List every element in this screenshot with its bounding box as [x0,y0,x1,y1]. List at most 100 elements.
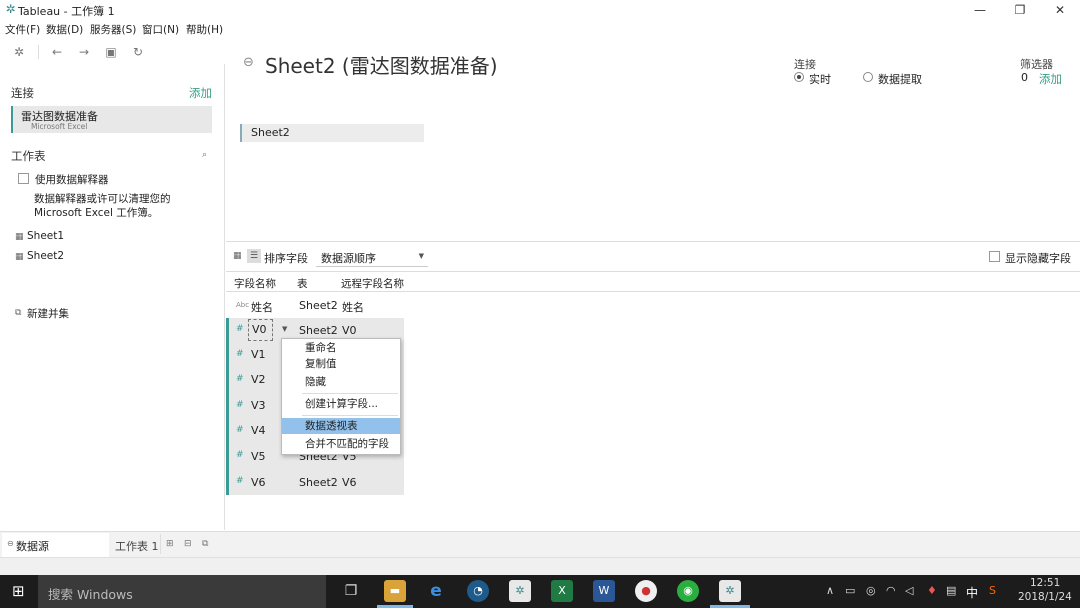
interpreter-checkbox[interactable] [18,173,29,184]
new-dashboard-icon[interactable]: ⊟ [184,539,192,549]
grid-view-icon[interactable]: ▦ [233,251,242,261]
minimize-button[interactable]: — [960,0,1000,20]
number-type-icon: # [236,476,244,486]
tray-notification-icon[interactable]: ▤ [946,584,956,597]
new-story-icon[interactable]: ⧉ [202,539,208,549]
sort-order-select[interactable]: 数据源顺序 ▼ [316,247,428,267]
ime-indicator[interactable]: 中 [966,584,978,601]
file-explorer-icon[interactable]: ▬ [384,580,406,602]
list-view-icon[interactable]: ☰ [247,249,261,263]
datasource-icon: ⊖ [7,539,14,548]
menu-data[interactable]: 数据(D) [46,22,83,37]
new-worksheet-icon[interactable]: ⊞ [166,539,174,549]
sort-fields-label: 排序字段 [264,252,308,265]
connection-item[interactable]: 雷达图数据准备 Microsoft Excel [11,106,212,133]
status-bar [0,557,1080,575]
taskbar-search-box[interactable]: 搜索 Windows [38,575,326,608]
field-context-menu: 重命名 复制值 隐藏 创建计算字段... 数据透视表 合并不匹配的字段 [281,338,401,455]
column-header-remote[interactable]: 远程字段名称 [341,276,404,291]
sheet-item-sheet2[interactable]: Sheet2 [27,250,64,262]
tableau-home-icon[interactable]: ✲ [11,44,27,60]
sheet-chip[interactable]: Sheet2 [240,124,424,142]
clock-date[interactable]: 2018/1/24 [1018,591,1072,603]
add-filter-link[interactable]: 添加 [1039,71,1062,87]
clock-time[interactable]: 12:51 [1030,577,1060,589]
ie-browser-icon[interactable]: e [425,580,447,602]
tray-input-icon[interactable]: S [989,584,996,597]
extract-radio[interactable] [863,72,873,82]
number-type-icon: # [236,374,244,384]
search-icon[interactable]: ⌕ [202,150,207,160]
menu-item-pivot[interactable]: 数据透视表 [282,418,400,434]
app-icon[interactable]: ● [635,580,657,602]
header-divider [226,291,1080,292]
windows-start-icon[interactable]: ⊞ [12,583,25,599]
menu-separator [302,415,398,416]
new-union-item[interactable]: 新建并集 [27,306,69,321]
show-hidden-checkbox[interactable] [989,251,1000,262]
table-row[interactable]: Abc 姓名 Sheet2 姓名 [226,294,404,317]
menu-bar: 文件(F) 数据(D) 服务器(S) 窗口(N) 帮助(H) [0,20,1080,38]
tab-datasource[interactable]: ⊖ 数据源 [2,533,109,557]
task-view-icon[interactable]: ❐ [340,580,362,602]
tableau-app-icon[interactable]: ✲ [509,580,531,602]
tray-chevron-up-icon[interactable]: ∧ [826,584,834,597]
remote-field-name: 姓名 [342,301,364,314]
tableau-logo-icon: ✲ [5,2,16,16]
save-icon[interactable]: ▣ [103,44,119,60]
number-type-icon: # [236,425,244,435]
browser-icon[interactable]: ◔ [467,580,489,602]
sheets-heading: 工作表 [11,149,46,163]
menu-help[interactable]: 帮助(H) [186,22,223,37]
menu-item-hide[interactable]: 隐藏 [282,374,400,390]
menu-server[interactable]: 服务器(S) [90,22,136,37]
field-name[interactable]: V0 [248,319,273,341]
sheet-chip-label: Sheet2 [251,126,290,139]
live-label: 实时 [809,73,831,86]
menu-item-copy-values[interactable]: 复制值 [282,356,400,372]
search-placeholder: 搜索 Windows [48,587,133,602]
tab-sheet1[interactable]: 工作表 1 [115,538,159,554]
page-title[interactable]: Sheet2 (雷达图数据准备) [265,50,498,79]
menu-item-rename[interactable]: 重命名 [282,340,400,356]
tab-divider [160,534,161,554]
connection-type: Microsoft Excel [31,122,88,131]
table-name: Sheet2 [299,324,338,337]
string-type-icon: Abc [236,301,250,309]
refresh-icon[interactable]: ↻ [130,44,146,60]
menu-item-merge-mismatched-fields[interactable]: 合并不匹配的字段 [282,436,400,452]
wechat-icon[interactable]: ◉ [677,580,699,602]
tray-app-icon[interactable]: ◎ [866,584,876,597]
sort-order-value: 数据源顺序 [321,252,376,265]
remote-field-name: V6 [342,476,357,489]
back-arrow-icon[interactable]: ← [49,44,65,60]
tableau-app-icon[interactable]: ✲ [719,580,741,602]
table-row[interactable]: # V6 Sheet2 V6 [226,470,404,495]
tray-volume-icon[interactable]: ◁ [905,584,913,597]
column-header-table[interactable]: 表 [297,276,308,291]
forward-arrow-icon[interactable]: → [76,44,92,60]
field-menu-chevron-icon[interactable]: ▼ [282,325,287,333]
close-button[interactable]: ✕ [1040,0,1080,20]
table-name: Sheet2 [299,476,338,489]
tray-battery-icon[interactable]: ▭ [845,584,855,597]
sheet-item-sheet1[interactable]: Sheet1 [27,230,64,242]
excel-icon[interactable]: X [551,580,573,602]
restore-button[interactable]: ❐ [1000,0,1040,20]
add-connection-link[interactable]: 添加 [189,85,212,101]
field-name: V4 [251,424,266,437]
word-icon[interactable]: W [593,580,615,602]
chevron-down-icon: ▼ [418,252,424,260]
sheet-grid-icon: ▦ [15,252,24,262]
window-title: Tableau - 工作簿 1 [18,5,115,18]
tray-app-icon[interactable]: ♦ [927,584,937,597]
menu-window[interactable]: 窗口(N) [142,22,179,37]
menu-item-create-calculated-field[interactable]: 创建计算字段... [282,396,400,412]
tab-datasource-label: 数据源 [16,540,49,553]
menu-file[interactable]: 文件(F) [5,22,40,37]
column-header-field[interactable]: 字段名称 [234,276,276,291]
live-radio[interactable] [794,72,804,82]
interpreter-desc-2: Microsoft Excel 工作簿。 [34,207,159,219]
tray-wifi-icon[interactable]: ◠ [886,584,896,597]
bottom-tab-bar [0,531,1080,557]
